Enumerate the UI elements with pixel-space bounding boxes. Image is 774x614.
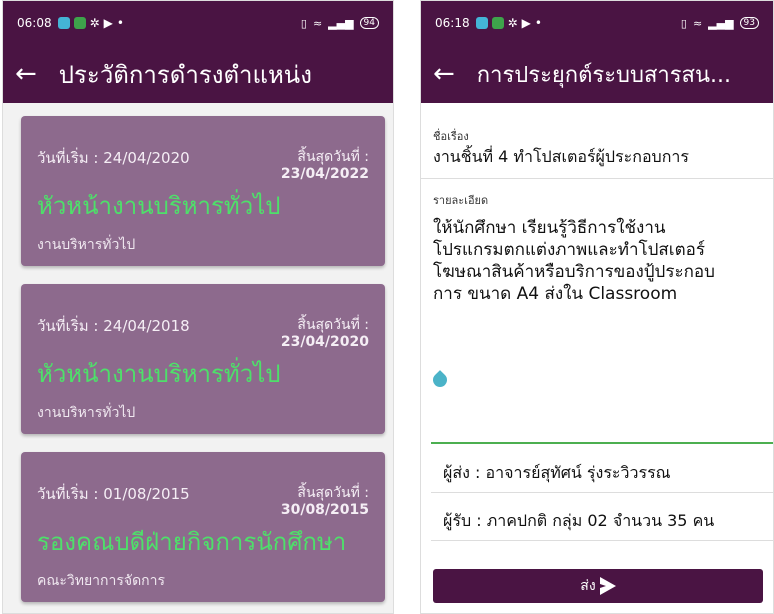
department: งานบริหารทั่วไป <box>37 237 136 253</box>
youtube-icon: ▶ <box>103 16 113 30</box>
youtube-icon: ▶ <box>521 16 531 30</box>
battery-icon: 93 <box>739 17 759 29</box>
department: คณะวิทยาการจัดการ <box>37 573 166 589</box>
position-title: หัวหน้างานบริหารทั่วไป <box>37 360 281 388</box>
app-notification-icon <box>57 17 70 29</box>
start-date: วันที่เริ่ม : 24/04/2020 <box>37 149 190 167</box>
end-date-label: สิ้นสุดวันที่ : <box>297 149 369 165</box>
battery-icon: 94 <box>359 17 379 29</box>
end-date: 23/04/2022 <box>280 166 369 182</box>
sender-field: ผู้ส่ง : อาจารย์สุทัศน์ รุ่งระวิวรรณ <box>443 463 671 482</box>
app-notification-icon <box>475 17 488 29</box>
receiver-field: ผู้รับ : ภาคปกติ กลุ่ม 02 จำนวน 35 คน <box>443 511 715 530</box>
wifi-icon: ≈ <box>312 16 323 30</box>
send-button[interactable]: ส่ง <box>433 569 763 603</box>
end-date-label: สิ้นสุดวันที่ : <box>297 485 369 501</box>
position-card[interactable]: วันที่เริ่ม : 24/04/2020 สิ้นสุดวันที่ :… <box>21 116 385 266</box>
detail-line: การ ขนาด A4 ส่งใน Classroom <box>433 284 678 304</box>
sync-icon: ✲ <box>89 16 100 30</box>
detail-line: โปรแกรมตกแต่งภาพและทำโปสเตอร์ <box>433 240 705 260</box>
detail-line: ให้นักศึกษา เรียนรู้วิธีการใช้งาน <box>433 218 666 238</box>
page-title: การประยุกต์ระบบสารสน... <box>476 62 731 88</box>
position-title: หัวหน้างานบริหารทั่วไป <box>37 192 281 220</box>
start-date: วันที่เริ่ม : 01/08/2015 <box>37 485 190 503</box>
history-screen: 06:08 ✲ ▶ • ▯ ≈ ▂▄▆ 94 ← ประวัติการดำรงต… <box>2 0 394 614</box>
clock: 06:18 <box>435 16 470 30</box>
divider <box>431 540 773 541</box>
back-arrow-icon[interactable]: ← <box>15 61 37 87</box>
text-cursor-handle-icon[interactable] <box>430 370 450 390</box>
position-title: รองคณบดีฝ่ายกิจการนักศึกษา <box>37 528 347 556</box>
end-date: 23/04/2020 <box>280 334 369 350</box>
signal-icon: ▂▄▆ <box>328 16 354 30</box>
detail-label: รายละเอียด <box>433 194 489 207</box>
clock: 06:08 <box>17 16 52 30</box>
sync-icon: ✲ <box>507 16 518 30</box>
send-arrow-icon <box>599 577 616 595</box>
assignment-screen: 06:18 ✲ ▶ • ▯ ≈ ▂▄▆ 93 ← การประยุกต์ระบบ… <box>420 0 774 614</box>
app-bar: ← ประวัติการดำรงตำแหน่ง <box>3 45 393 103</box>
position-card[interactable]: วันที่เริ่ม : 24/04/2018 สิ้นสุดวันที่ :… <box>21 284 385 434</box>
vibrate-icon: ▯ <box>680 16 687 30</box>
app-bar: ← การประยุกต์ระบบสารสน... <box>421 45 773 103</box>
subject-field[interactable]: งานชิ้นที่ 4 ทำโปสเตอร์ผู้ประกอบการ <box>433 145 773 170</box>
end-date: 30/08/2015 <box>280 502 369 518</box>
back-arrow-icon[interactable]: ← <box>433 61 455 87</box>
dot-icon: • <box>116 16 124 30</box>
department: งานบริหารทั่วไป <box>37 405 136 421</box>
detail-line: โฆษณาสินค้าหรือบริการของปู้ประกอบ <box>433 262 715 282</box>
vibrate-icon: ▯ <box>300 16 307 30</box>
divider <box>431 492 773 493</box>
dot-icon: • <box>534 16 542 30</box>
send-label: ส่ง <box>580 578 596 594</box>
position-card[interactable]: วันที่เริ่ม : 01/08/2015 สิ้นสุดวันที่ :… <box>21 452 385 602</box>
status-bar: 06:18 ✲ ▶ • ▯ ≈ ▂▄▆ 93 <box>421 1 773 45</box>
page-title: ประวัติการดำรงตำแหน่ง <box>58 60 312 89</box>
subject-label: ชื่อเรื่อง <box>433 130 469 143</box>
focus-underline <box>431 442 773 444</box>
signal-icon: ▂▄▆ <box>708 16 734 30</box>
assignment-form: ชื่อเรื่อง งานชิ้นที่ 4 ทำโปสเตอร์ผู้ประ… <box>421 103 773 305</box>
end-date-label: สิ้นสุดวันที่ : <box>297 317 369 333</box>
app-notification-icon <box>491 17 504 29</box>
app-notification-icon <box>73 17 86 29</box>
status-bar: 06:08 ✲ ▶ • ▯ ≈ ▂▄▆ 94 <box>3 1 393 45</box>
start-date: วันที่เริ่ม : 24/04/2018 <box>37 317 190 335</box>
detail-field[interactable]: ให้นักศึกษา เรียนรู้วิธีการใช้งาน โปรแกร… <box>433 217 761 305</box>
wifi-icon: ≈ <box>692 16 703 30</box>
